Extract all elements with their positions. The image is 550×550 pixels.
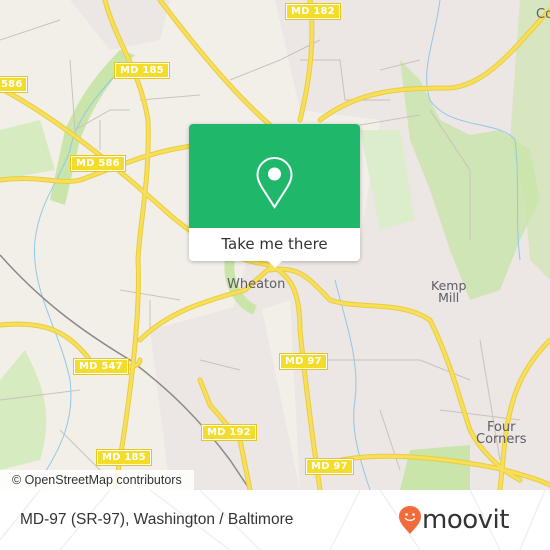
location-title: MD-97 (SR-97), Washington / Baltimore xyxy=(20,511,294,528)
road-shield-md-192: MD 192 xyxy=(201,424,257,441)
moovit-wordmark: moovit xyxy=(422,505,509,535)
popup-header xyxy=(189,124,360,228)
road-shield-md-586-west: 586 xyxy=(0,76,29,93)
place-label-kemp-mill: Kemp Mill xyxy=(431,278,467,305)
road-shield-md-97-south: MD 97 xyxy=(305,458,354,475)
place-label-edge: Co xyxy=(536,7,550,22)
location-popup[interactable]: Take me there xyxy=(189,124,360,268)
road-shield-md-185-north: MD 185 xyxy=(114,62,170,79)
place-label-four-corners: Four Corners xyxy=(476,420,527,447)
road-shield-md-182: MD 182 xyxy=(285,3,341,20)
map-attribution[interactable]: © OpenStreetMap contributors xyxy=(0,470,194,490)
moovit-pin-icon xyxy=(399,506,421,534)
road-shield-md-586: MD 586 xyxy=(70,155,126,172)
road-shield-md-185-south: MD 185 xyxy=(96,449,152,466)
take-me-there-button[interactable]: Take me there xyxy=(189,228,360,261)
road-shield-md-547: MD 547 xyxy=(73,358,129,375)
footer-bar: MD-97 (SR-97), Washington / Baltimore mo… xyxy=(0,490,550,550)
place-label-wheaton: Wheaton xyxy=(227,277,286,292)
popup-pointer xyxy=(267,260,283,268)
map-pin-icon xyxy=(256,156,293,209)
map-canvas[interactable]: MD 182 MD 185 586 MD 586 MD 547 MD 97 MD… xyxy=(0,0,550,490)
road-shield-md-97-mid: MD 97 xyxy=(279,353,328,370)
